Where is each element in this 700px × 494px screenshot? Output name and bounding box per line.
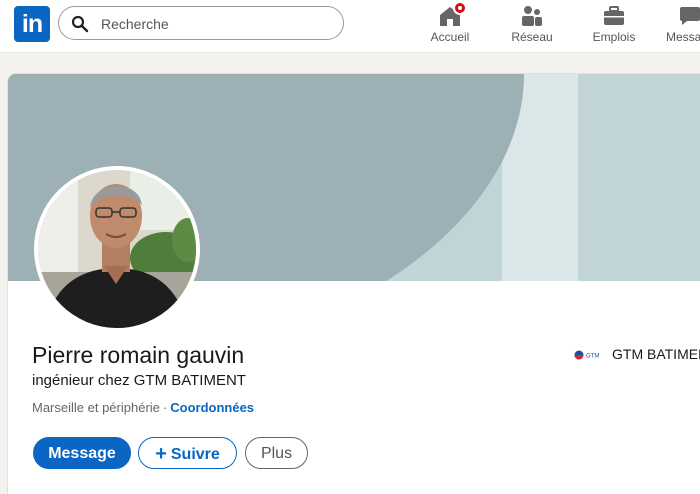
nav-item-network[interactable]: Réseau [502, 0, 562, 52]
svg-text:GTM: GTM [586, 354, 599, 360]
linkedin-logo[interactable]: in [14, 6, 50, 42]
search-bar[interactable] [58, 6, 344, 40]
briefcase-icon [604, 6, 624, 25]
search-input[interactable] [99, 13, 333, 35]
profile-photo[interactable] [34, 166, 200, 332]
profile-photo-image [38, 170, 196, 328]
message-button[interactable]: Message [33, 437, 131, 469]
profile-location-line: Marseille et périphérie · Coordonnées [32, 400, 254, 415]
notification-badge [453, 1, 467, 15]
nav-label-network: Réseau [511, 30, 553, 44]
search-icon [71, 15, 89, 33]
nav-label-jobs: Emplois [592, 30, 636, 44]
nav-item-home[interactable]: Accueil [420, 0, 480, 52]
global-nav: in Accueil Réseau Emplois [0, 0, 700, 53]
profile-location: Marseille et périphérie [32, 400, 160, 415]
profile-name: Pierre romain gauvin [32, 342, 245, 368]
follow-button-label: Suivre [170, 446, 220, 463]
nav-item-messaging[interactable]: Messa [666, 0, 700, 52]
location-separator: · [162, 400, 168, 415]
profile-headline: ingénieur chez GTM BATIMENT [32, 372, 246, 389]
messaging-icon [680, 7, 700, 25]
company-name: GTM BATIMEN [612, 346, 700, 362]
nav-label-home: Accueil [430, 30, 470, 44]
profile-card: Pierre romain gauvin ingénieur chez GTM … [8, 74, 700, 494]
company-logo: GTM [574, 350, 599, 360]
nav-item-jobs[interactable]: Emplois [584, 0, 644, 52]
nav-label-messaging: Messa [666, 30, 700, 44]
plus-icon: + [155, 443, 167, 465]
follow-button[interactable]: + Suivre [138, 437, 237, 469]
contact-info-link[interactable]: Coordonnées [170, 400, 254, 415]
more-button[interactable]: Plus [245, 437, 308, 469]
network-icon [522, 6, 542, 26]
